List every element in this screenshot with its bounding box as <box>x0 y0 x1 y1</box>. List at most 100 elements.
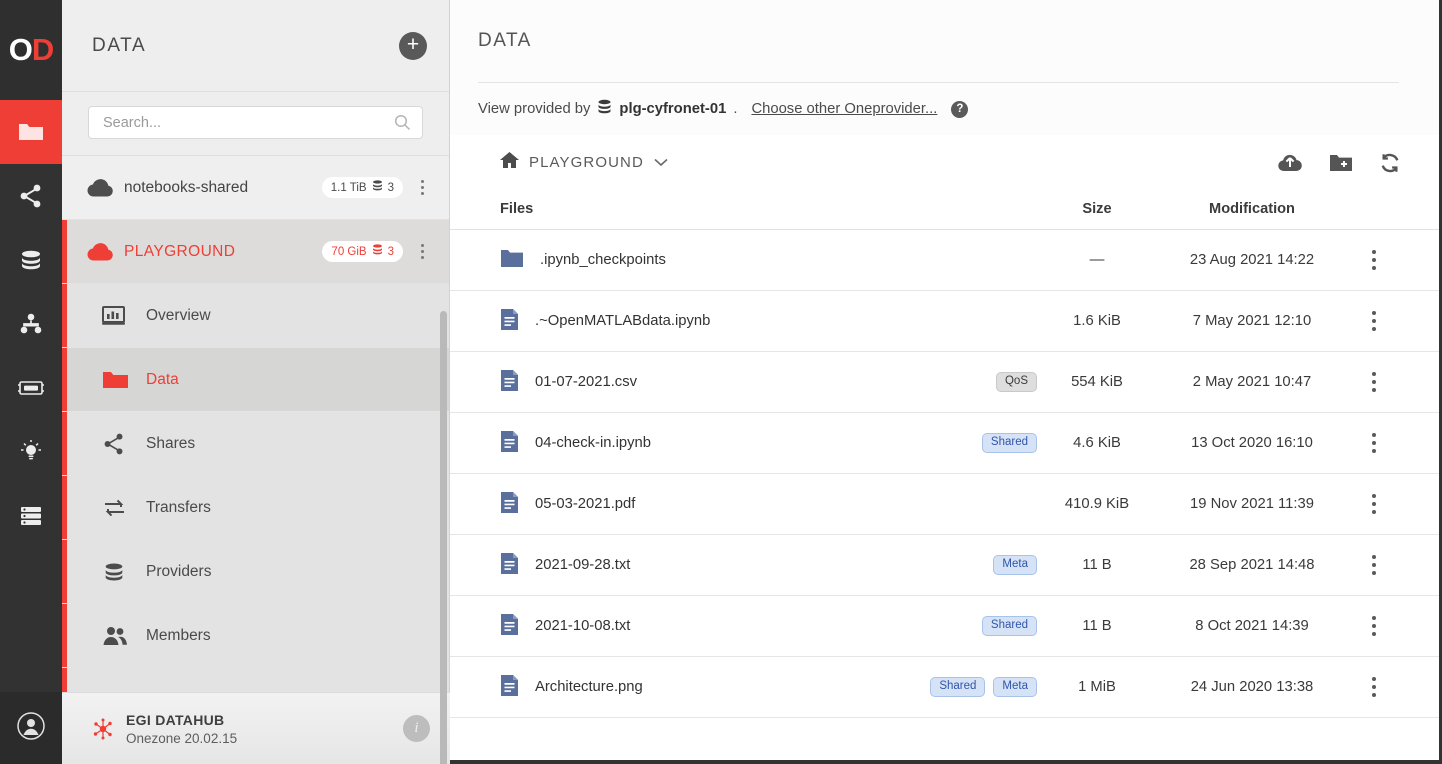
space-size: 70 GiB <box>331 246 366 258</box>
file-menu-button[interactable] <box>1372 494 1376 514</box>
rail-item-tokens[interactable] <box>0 356 62 420</box>
file-name-cell[interactable]: 2021-10-08.txt <box>500 613 907 640</box>
file-name: Architecture.png <box>535 679 643 695</box>
file-name-cell[interactable]: .ipynb_checkpoints <box>500 249 907 272</box>
sidebar-scroll-area: notebooks-shared 1.1 TiB 3 <box>62 156 449 764</box>
space-menu-button[interactable] <box>409 244 435 259</box>
zone-info: EGI DATAHUB Onezone 20.02.15 <box>126 712 403 746</box>
providers-stack-icon <box>372 180 383 195</box>
file-tag-shared[interactable]: Shared <box>982 433 1037 454</box>
file-menu-button[interactable] <box>1372 372 1376 392</box>
provider-bar: View provided by plg-cyfronet-01. Choose… <box>450 83 1439 135</box>
file-menu-cell[interactable] <box>1347 372 1401 392</box>
rail-item-user[interactable] <box>0 692 62 764</box>
rail-item-harvesters[interactable] <box>0 420 62 484</box>
table-row[interactable]: 2021-10-08.txt Shared 11 B 8 Oct 2021 14… <box>450 596 1439 657</box>
sidebar-item-data[interactable]: Data <box>62 348 449 412</box>
space-menu-button[interactable] <box>409 180 435 195</box>
sidebar-scrollbar[interactable] <box>440 311 447 764</box>
file-tag-shared[interactable]: Shared <box>930 677 985 698</box>
file-menu-cell[interactable] <box>1347 494 1401 514</box>
sidebar-item-members[interactable]: Members <box>62 604 449 668</box>
table-row[interactable]: 05-03-2021.pdf 410.9 KiB 19 Nov 2021 11:… <box>450 474 1439 535</box>
sidebar-item-shares[interactable]: Shares <box>62 412 449 476</box>
clusters-icon <box>18 311 44 337</box>
file-name-cell[interactable]: 01-07-2021.csv <box>500 369 907 396</box>
space-item-playground[interactable]: PLAYGROUND 70 GiB 3 <box>62 220 449 284</box>
file-size: 4.6 KiB <box>1037 435 1157 451</box>
rail-item-clusters[interactable] <box>0 292 62 356</box>
space-providers-count: 3 <box>388 182 394 194</box>
zone-info-button[interactable]: i <box>403 715 430 742</box>
chevron-down-icon[interactable] <box>654 154 668 172</box>
choose-oneprovider-link[interactable]: Choose other Oneprovider... <box>751 101 937 117</box>
file-tag-meta[interactable]: Meta <box>993 677 1037 698</box>
file-size: 11 B <box>1037 557 1157 573</box>
search-input[interactable] <box>89 107 422 138</box>
space-item-notebooks-shared[interactable]: notebooks-shared 1.1 TiB 3 <box>62 156 449 220</box>
file-name: 2021-10-08.txt <box>535 618 630 634</box>
file-menu-cell[interactable] <box>1347 250 1401 270</box>
file-size: 1.6 KiB <box>1037 313 1157 329</box>
user-avatar-icon <box>16 711 46 746</box>
members-icon <box>102 625 146 647</box>
sidebar-item-label: Overview <box>146 307 211 325</box>
file-tag-shared[interactable]: Shared <box>982 616 1037 637</box>
table-row[interactable]: 01-07-2021.csv QoS 554 KiB 2 May 2021 10… <box>450 352 1439 413</box>
provider-period: . <box>733 101 737 117</box>
sidebar-header: DATA + <box>62 0 449 91</box>
table-row[interactable]: Architecture.png SharedMeta 1 MiB 24 Jun… <box>450 657 1439 718</box>
table-row[interactable]: 2021-09-28.txt Meta 11 B 28 Sep 2021 14:… <box>450 535 1439 596</box>
file-size: 554 KiB <box>1037 374 1157 390</box>
file-menu-button[interactable] <box>1372 311 1376 331</box>
rail-item-shares[interactable] <box>0 164 62 228</box>
file-name-cell[interactable]: 2021-09-28.txt <box>500 552 907 579</box>
sidebar-item-overview[interactable]: Overview <box>62 284 449 348</box>
share-icon <box>102 432 146 456</box>
add-space-button[interactable]: + <box>399 32 427 60</box>
rail-item-data[interactable] <box>0 100 62 164</box>
file-size: 1 MiB <box>1037 679 1157 695</box>
sidebar-item-providers[interactable]: Providers <box>62 540 449 604</box>
sidebar-item-transfers[interactable]: Transfers <box>62 476 449 540</box>
provider-icon <box>597 99 612 119</box>
file-name-cell[interactable]: Architecture.png <box>500 674 907 701</box>
file-modification: 19 Nov 2021 11:39 <box>1157 496 1347 512</box>
file-menu-button[interactable] <box>1372 616 1376 636</box>
file-tag-qos[interactable]: QoS <box>996 372 1037 393</box>
file-menu-button[interactable] <box>1372 433 1376 453</box>
file-menu-button[interactable] <box>1372 677 1376 697</box>
file-menu-button[interactable] <box>1372 555 1376 575</box>
table-row[interactable]: .~OpenMATLABdata.ipynb 1.6 KiB 7 May 202… <box>450 291 1439 352</box>
file-name: 05-03-2021.pdf <box>535 496 635 512</box>
file-name: 01-07-2021.csv <box>535 374 637 390</box>
table-row[interactable]: 04-check-in.ipynb Shared 4.6 KiB 13 Oct … <box>450 413 1439 474</box>
breadcrumb[interactable]: PLAYGROUND <box>500 151 668 174</box>
file-name-cell[interactable]: 04-check-in.ipynb <box>500 430 907 457</box>
cloud-icon <box>86 242 120 262</box>
horizontal-scrollbar[interactable] <box>450 760 1439 764</box>
space-providers-count: 3 <box>388 246 394 258</box>
file-menu-cell[interactable] <box>1347 433 1401 453</box>
file-name-cell[interactable]: 05-03-2021.pdf <box>500 491 907 518</box>
overview-icon <box>102 305 146 326</box>
app-root: OD <box>0 0 1442 764</box>
sidebar-item-label: Data <box>146 371 179 389</box>
table-row[interactable]: .ipynb_checkpoints — 23 Aug 2021 14:22 <box>450 230 1439 291</box>
file-icon <box>500 308 519 335</box>
file-tag-meta[interactable]: Meta <box>993 555 1037 576</box>
file-icon <box>500 369 519 396</box>
search-box[interactable] <box>88 106 423 139</box>
refresh-icon[interactable] <box>1379 152 1401 174</box>
help-icon[interactable]: ? <box>951 101 968 118</box>
file-menu-cell[interactable] <box>1347 677 1401 697</box>
file-menu-button[interactable] <box>1372 250 1376 270</box>
folder-plus-icon[interactable] <box>1329 153 1353 173</box>
rail-item-spaces-list[interactable] <box>0 484 62 548</box>
file-menu-cell[interactable] <box>1347 616 1401 636</box>
rail-item-providers[interactable] <box>0 228 62 292</box>
file-menu-cell[interactable] <box>1347 311 1401 331</box>
file-name-cell[interactable]: .~OpenMATLABdata.ipynb <box>500 308 907 335</box>
cloud-upload-icon[interactable] <box>1277 153 1303 173</box>
file-menu-cell[interactable] <box>1347 555 1401 575</box>
